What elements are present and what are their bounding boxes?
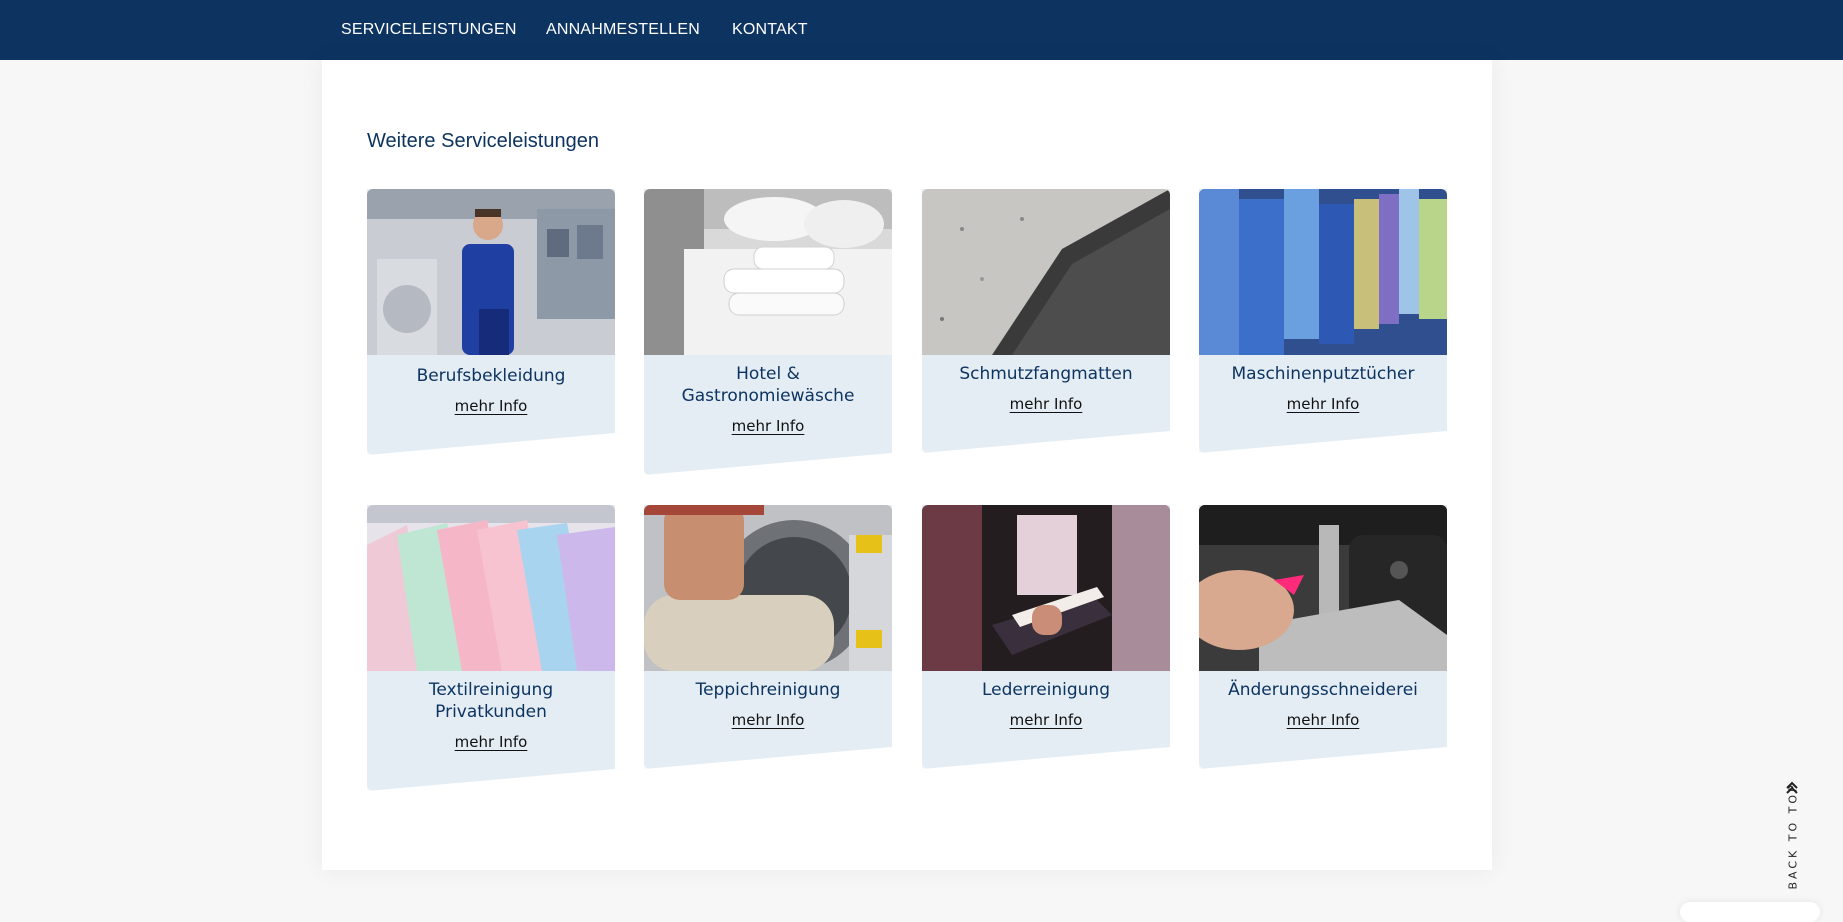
card-image-sewing-machine (1199, 505, 1447, 671)
service-card-aenderungsschneiderei[interactable]: Änderungsschneiderei mehr Info (1199, 505, 1447, 775)
card-more-info-link[interactable]: mehr Info (654, 711, 882, 729)
nav-item-kontakt[interactable]: KONTAKT (732, 0, 808, 60)
service-card-hotel-gastronomiewaesche[interactable]: Hotel & Gastronomiewäsche mehr Info (644, 189, 892, 479)
back-to-top-button[interactable]: BACK TO TOP (1782, 780, 1802, 900)
card-image-workwear (367, 189, 615, 355)
card-more-info-link[interactable]: mehr Info (654, 417, 882, 435)
content-panel: Weitere Serviceleistungen Berufsbekleidu… (322, 60, 1492, 870)
card-title: Maschinenputztücher (1231, 364, 1415, 384)
card-image-shirts (367, 505, 615, 671)
card-title: Lederreinigung (982, 680, 1110, 700)
service-card-teppichreinigung[interactable]: Teppichreinigung mehr Info (644, 505, 892, 775)
card-more-info-link[interactable]: mehr Info (377, 397, 605, 415)
service-card-maschinenputztuecher[interactable]: Maschinenputztücher mehr Info (1199, 189, 1447, 459)
card-title: Schmutzfangmatten (959, 364, 1133, 384)
top-navigation: SERVICELEISTUNGEN ANNAHMESTELLEN KONTAKT (0, 0, 1843, 60)
card-title: Änderungsschneiderei (1228, 680, 1418, 700)
section-title: Weitere Serviceleistungen (367, 130, 599, 152)
card-title: Textilreinigung Privatkunden (428, 680, 554, 722)
card-more-info-link[interactable]: mehr Info (1209, 711, 1437, 729)
nav-item-annahmestellen[interactable]: ANNAHMESTELLEN (546, 0, 700, 60)
card-title: Teppichreinigung (695, 680, 841, 700)
card-more-info-link[interactable]: mehr Info (1209, 395, 1437, 413)
card-image-doormat (922, 189, 1170, 355)
card-title: Berufsbekleidung (416, 366, 566, 386)
card-image-carpet (644, 505, 892, 671)
nav-item-serviceleistungen[interactable]: SERVICELEISTUNGEN (341, 0, 517, 60)
service-card-berufsbekleidung[interactable]: Berufsbekleidung mehr Info (367, 189, 615, 459)
card-image-towels (644, 189, 892, 355)
card-more-info-link[interactable]: mehr Info (377, 733, 605, 751)
card-more-info-link[interactable]: mehr Info (932, 711, 1160, 729)
service-card-textilreinigung-privatkunden[interactable]: Textilreinigung Privatkunden mehr Info (367, 505, 615, 795)
card-more-info-link[interactable]: mehr Info (932, 395, 1160, 413)
card-title: Hotel & Gastronomiewäsche (681, 364, 855, 406)
service-card-lederreinigung[interactable]: Lederreinigung mehr Info (922, 505, 1170, 775)
card-image-leather (922, 505, 1170, 671)
card-image-cloths (1199, 189, 1447, 355)
back-to-top-label: BACK TO TOP (1786, 782, 1800, 890)
service-card-schmutzfangmatten[interactable]: Schmutzfangmatten mehr Info (922, 189, 1170, 459)
floating-widget (1680, 902, 1820, 922)
